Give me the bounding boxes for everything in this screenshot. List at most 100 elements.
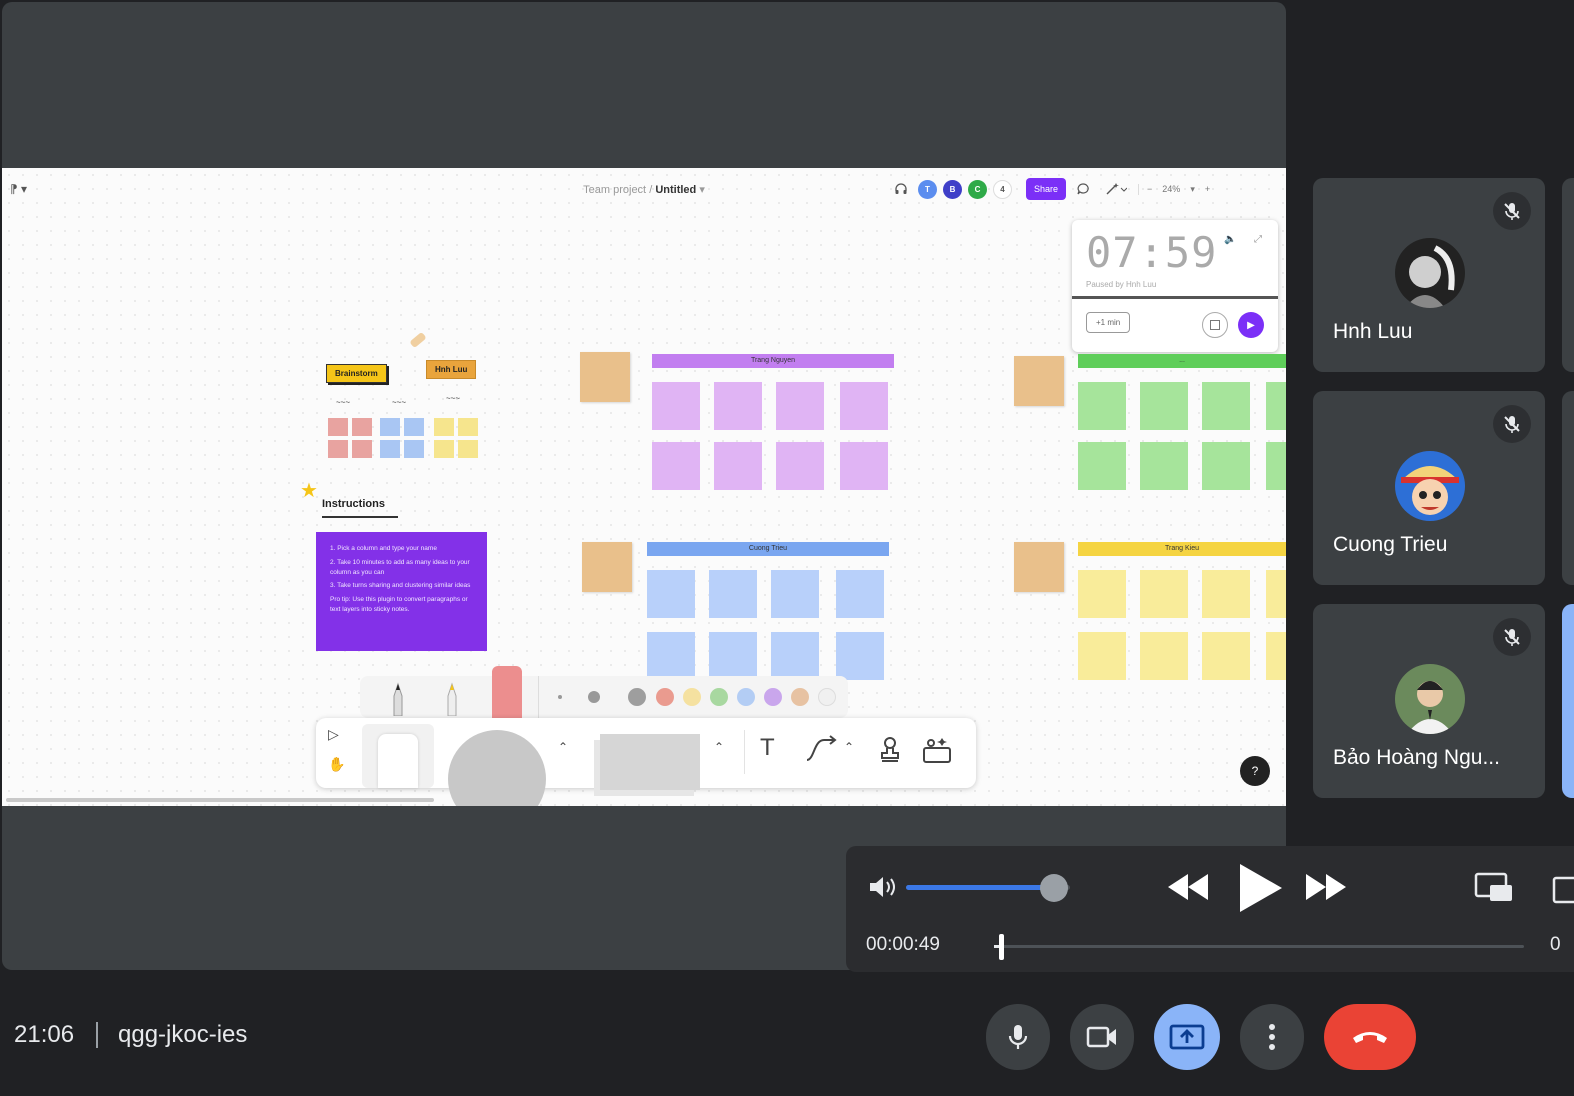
color-swatch-yellow[interactable] — [683, 688, 701, 706]
sticky-note[interactable] — [1014, 542, 1064, 592]
instructions-card[interactable]: 1. Pick a column and type your name 2. T… — [316, 532, 487, 651]
color-swatch-gray[interactable] — [628, 688, 646, 706]
sticky-note[interactable] — [840, 442, 888, 490]
sticky-note[interactable] — [714, 442, 762, 490]
stop-timer-button[interactable] — [1202, 312, 1228, 338]
sticky-note[interactable] — [458, 418, 478, 436]
sticky-note[interactable] — [380, 440, 400, 458]
stamp-tool-icon[interactable] — [878, 736, 902, 769]
sticky-note[interactable] — [652, 382, 700, 430]
widgets-tool-icon[interactable] — [922, 736, 952, 769]
volume-slider-handle[interactable] — [1039, 874, 1068, 902]
sticky-note[interactable] — [1202, 632, 1250, 680]
sticky-note[interactable] — [1266, 632, 1286, 680]
color-swatch-white[interactable] — [818, 688, 836, 706]
camera-button[interactable] — [1070, 1004, 1134, 1070]
color-swatch-purple[interactable] — [764, 688, 782, 706]
eraser-tool-icon[interactable] — [492, 666, 522, 718]
hand-tool-icon[interactable]: ✋ — [328, 756, 345, 773]
shape-tool-icon[interactable] — [448, 730, 546, 806]
sticky-note[interactable] — [1266, 382, 1286, 430]
sticky-note[interactable] — [404, 418, 424, 436]
zoom-out-button[interactable]: − — [1147, 184, 1152, 194]
section-tool-icon[interactable] — [600, 734, 700, 790]
stroke-thin-icon[interactable] — [558, 695, 562, 699]
sticky-note[interactable] — [328, 440, 348, 458]
sticky-note[interactable] — [352, 418, 372, 436]
sticky-note[interactable] — [647, 570, 695, 618]
marker-tool-icon[interactable] — [444, 682, 460, 721]
sticky-note[interactable] — [1078, 382, 1126, 430]
help-button[interactable]: ? — [1240, 756, 1270, 786]
sticky-note[interactable] — [776, 442, 824, 490]
sticky-note[interactable] — [647, 632, 695, 680]
sticky-note[interactable] — [580, 352, 630, 402]
color-swatch-green[interactable] — [710, 688, 728, 706]
sticky-note[interactable] — [1078, 442, 1126, 490]
zoom-level[interactable]: 24% — [1162, 184, 1180, 194]
chevron-up-icon[interactable]: ⌃ — [714, 740, 724, 754]
color-swatch-red[interactable] — [656, 688, 674, 706]
sticky-note[interactable] — [1014, 356, 1064, 406]
chevron-up-icon[interactable]: ⌃ — [558, 740, 568, 754]
sticky-note[interactable] — [771, 570, 819, 618]
sticky-note[interactable] — [380, 418, 400, 436]
play-timer-button[interactable]: ▶ — [1238, 312, 1264, 338]
avatar-count[interactable]: 4 — [993, 179, 1012, 199]
volume-icon[interactable] — [866, 872, 902, 902]
sticky-note[interactable] — [352, 440, 372, 458]
participant-tile[interactable]: Cuong Trieu — [1313, 391, 1545, 585]
participant-tile-partial[interactable] — [1562, 604, 1574, 798]
play-icon[interactable] — [1236, 862, 1284, 919]
picture-in-picture-icon[interactable] — [1474, 870, 1514, 909]
chevron-up-icon[interactable]: ⌃ — [844, 740, 854, 754]
seek-handle[interactable] — [999, 934, 1005, 960]
expand-icon[interactable]: ⤢ — [1254, 234, 1262, 245]
sticky-note[interactable] — [404, 440, 424, 458]
sticky-note[interactable] — [652, 442, 700, 490]
sticky-note[interactable] — [328, 418, 348, 436]
present-screen-button[interactable] — [1154, 1004, 1220, 1070]
sticky-note[interactable] — [771, 632, 819, 680]
chevron-down-icon[interactable]: ▾ — [1190, 184, 1195, 195]
project-name[interactable]: Team project — [583, 184, 646, 196]
sticky-note[interactable] — [1078, 570, 1126, 618]
sticky-note[interactable] — [840, 382, 888, 430]
pen-tool-icon[interactable] — [390, 682, 406, 721]
participant-tile-partial[interactable] — [1562, 178, 1574, 372]
color-swatch-blue[interactable] — [737, 688, 755, 706]
more-options-button[interactable] — [1240, 1004, 1304, 1070]
comment-icon[interactable] — [1072, 178, 1094, 200]
zoom-in-button[interactable]: + — [1205, 184, 1210, 194]
sticky-note[interactable] — [1202, 570, 1250, 618]
participant-tile[interactable]: Hnh Luu — [1313, 178, 1545, 372]
sticky-note[interactable] — [1140, 442, 1188, 490]
brainstorm-label[interactable]: Brainstorm — [326, 364, 387, 383]
sticky-note[interactable] — [1202, 382, 1250, 430]
add-minute-button[interactable]: +1 min — [1086, 312, 1131, 333]
column-header[interactable]: Trang Kieu — [1078, 542, 1286, 556]
horizontal-scrollbar[interactable] — [6, 798, 434, 802]
avatar[interactable]: B — [943, 179, 962, 199]
sticky-note[interactable] — [1140, 570, 1188, 618]
connector-tool-icon[interactable] — [804, 734, 840, 769]
share-screen-icon[interactable] — [1550, 870, 1574, 909]
chevron-down-icon[interactable]: ▾ — [699, 184, 705, 196]
meeting-code[interactable]: qgg-jkoc-ies — [118, 1021, 247, 1049]
sticky-note[interactable] — [836, 632, 884, 680]
microphone-button[interactable] — [986, 1004, 1050, 1070]
magic-wand-icon[interactable] — [1100, 178, 1132, 200]
sticky-note[interactable] — [1266, 570, 1286, 618]
stroke-thick-icon[interactable] — [588, 691, 600, 703]
sticky-note[interactable] — [582, 542, 632, 592]
sticky-note[interactable] — [836, 570, 884, 618]
sticky-note[interactable] — [1266, 442, 1286, 490]
sticky-note[interactable] — [434, 418, 454, 436]
avatar[interactable]: T — [918, 179, 937, 199]
select-tool-icon[interactable]: ▷ — [328, 726, 339, 743]
sticky-note[interactable] — [776, 382, 824, 430]
sticky-note[interactable] — [434, 440, 454, 458]
seek-bar[interactable] — [994, 945, 1524, 948]
sticky-note[interactable] — [714, 382, 762, 430]
figjam-board[interactable]: ⁋ ▾ Team project / Untitled ▾ T B C 4 Sh… — [2, 168, 1286, 806]
